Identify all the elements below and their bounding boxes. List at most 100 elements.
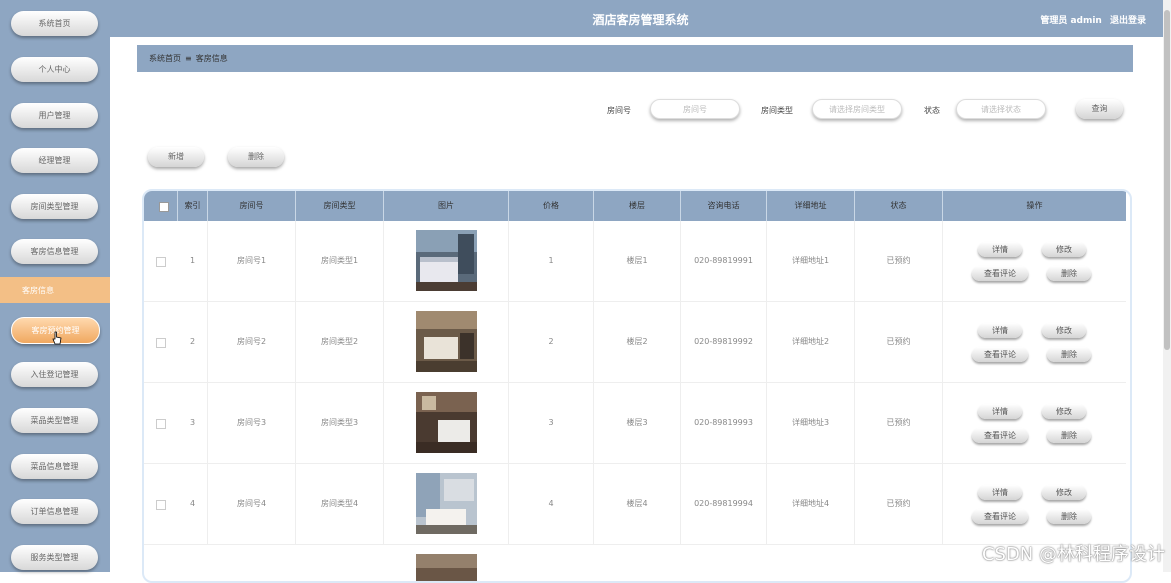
edit-button[interactable]: 修改 [1042, 242, 1086, 257]
cell-room-no: 房间号1 [208, 221, 296, 301]
row-checkbox[interactable] [156, 419, 166, 429]
cell-phone: 020-89819992 [681, 302, 767, 382]
sidebar-item-room-types[interactable]: 房间类型管理 [11, 194, 98, 219]
select-all-checkbox[interactable] [159, 202, 169, 212]
cell-address: 详细地址3 [767, 383, 855, 463]
header-index: 索引 [178, 191, 208, 221]
user-label: 管理员 admin [1040, 16, 1102, 26]
room-type-select[interactable]: 请选择房间类型 [812, 99, 902, 119]
sidebar-item-room-info[interactable]: 客房信息管理 [11, 239, 98, 264]
cell-phone: 020-89819991 [681, 221, 767, 301]
view-reviews-button[interactable]: 查看评论 [972, 266, 1028, 281]
row-delete-button[interactable]: 删除 [1047, 428, 1091, 443]
app-title: 酒店客房管理系统 [592, 13, 689, 27]
cell-floor: 楼层3 [594, 383, 681, 463]
header-address: 详细地址 [767, 191, 855, 221]
cell-floor: 楼层4 [594, 464, 681, 544]
cell-address: 详细地址4 [767, 464, 855, 544]
header-room-type: 房间类型 [296, 191, 384, 221]
room-no-input[interactable]: 房间号 [650, 99, 740, 119]
top-header: 酒店客房管理系统 管理员 admin 退出登录 [110, 0, 1171, 37]
sidebar-item-users[interactable]: 用户管理 [11, 103, 98, 128]
edit-button[interactable]: 修改 [1042, 404, 1086, 419]
page-scrollbar[interactable] [1163, 0, 1171, 572]
breadcrumb: 系统首页 ≡ 客房信息 [137, 45, 1133, 72]
breadcrumb-home[interactable]: 系统首页 [149, 53, 181, 64]
detail-button[interactable]: 详情 [978, 242, 1022, 257]
table-row: 3 房间号3 房间类型3 3 楼层3 020-89819993 详细地址3 已预… [144, 383, 1126, 464]
cell-phone: 020-89819993 [681, 383, 767, 463]
cell-floor: 楼层1 [594, 221, 681, 301]
room-photo [416, 554, 477, 581]
cell-phone: 020-89819994 [681, 464, 767, 544]
cell-room-no: 房间号2 [208, 302, 296, 382]
room-type-label: 房间类型 [761, 106, 793, 115]
delete-button[interactable]: 删除 [228, 147, 284, 167]
hand-cursor-icon [52, 331, 62, 345]
sidebar-item-orders[interactable]: 订单信息管理 [11, 499, 98, 524]
row-delete-button[interactable]: 删除 [1047, 347, 1091, 362]
sidebar-item-room-info-sub[interactable]: 客房信息 [0, 277, 110, 303]
edit-button[interactable]: 修改 [1042, 485, 1086, 500]
view-reviews-button[interactable]: 查看评论 [972, 428, 1028, 443]
sidebar-item-service-types[interactable]: 服务类型管理 [11, 545, 98, 570]
edit-button[interactable]: 修改 [1042, 323, 1086, 338]
sidebar-item-dish-info[interactable]: 菜品信息管理 [11, 454, 98, 479]
add-button[interactable]: 新增 [148, 147, 204, 167]
user-area: 管理员 admin 退出登录 [1035, 13, 1146, 26]
sidebar: 系统首页 个人中心 用户管理 经理管理 房间类型管理 客房信息管理 客房信息 客… [0, 0, 110, 572]
status-select[interactable]: 请选择状态 [956, 99, 1046, 119]
sidebar-item-dish-types[interactable]: 菜品类型管理 [11, 408, 98, 433]
cell-address: 详细地址1 [767, 221, 855, 301]
table-row: 2 房间号2 房间类型2 2 楼层2 020-89819992 详细地址2 已预… [144, 302, 1126, 383]
cell-room-type: 房间类型3 [296, 383, 384, 463]
query-button[interactable]: 查询 [1076, 99, 1123, 119]
detail-button[interactable]: 详情 [978, 323, 1022, 338]
header-image: 图片 [384, 191, 509, 221]
header-actions: 操作 [1026, 201, 1043, 210]
row-checkbox[interactable] [156, 500, 166, 510]
cell-room-type: 房间类型2 [296, 302, 384, 382]
header-select-all-cell [144, 191, 178, 221]
breadcrumb-current: 客房信息 [195, 54, 228, 63]
row-checkbox[interactable] [156, 338, 166, 348]
cell-index: 3 [178, 383, 208, 463]
status-label: 状态 [924, 106, 940, 115]
header-price: 价格 [509, 191, 594, 221]
header-room-no: 房间号 [208, 191, 296, 221]
breadcrumb-separator: ≡ [185, 54, 192, 63]
sidebar-item-home[interactable]: 系统首页 [11, 11, 98, 36]
row-delete-button[interactable]: 删除 [1047, 509, 1091, 524]
row-delete-button[interactable]: 删除 [1047, 266, 1091, 281]
detail-button[interactable]: 详情 [978, 404, 1022, 419]
cell-room-no: 房间号3 [208, 383, 296, 463]
cell-room-type: 房间类型4 [296, 464, 384, 544]
header-status: 状态 [855, 191, 943, 221]
cell-status: 已预约 [855, 302, 943, 382]
room-photo [416, 230, 477, 291]
view-reviews-button[interactable]: 查看评论 [972, 347, 1028, 362]
cell-floor: 楼层2 [594, 302, 681, 382]
cell-price: 3 [509, 383, 594, 463]
row-checkbox[interactable] [156, 257, 166, 267]
sidebar-item-checkin[interactable]: 入住登记管理 [11, 362, 98, 387]
table-row: 4 房间号4 房间类型4 4 楼层4 020-89819994 详细地址4 已预… [144, 464, 1126, 545]
detail-button[interactable]: 详情 [978, 485, 1022, 500]
view-reviews-button[interactable]: 查看评论 [972, 509, 1028, 524]
table-header: 索引 房间号 房间类型 图片 价格 楼层 咨询电话 详细地址 状态 操作 [144, 191, 1126, 221]
watermark: CSDN @林科程序设计 [981, 544, 1165, 565]
table-row-partial [144, 545, 1126, 581]
cell-price: 1 [509, 221, 594, 301]
room-photo [416, 311, 477, 372]
table-row: 1 房间号1 房间类型1 1 楼层1 020-89819991 详细地址1 已预… [144, 221, 1126, 302]
scrollbar-thumb[interactable] [1164, 10, 1170, 350]
cell-price: 4 [509, 464, 594, 544]
room-photo [416, 473, 477, 534]
cell-status: 已预约 [855, 464, 943, 544]
data-table: 索引 房间号 房间类型 图片 价格 楼层 咨询电话 详细地址 状态 操作 1 房… [142, 189, 1132, 583]
sidebar-item-managers[interactable]: 经理管理 [11, 148, 98, 173]
logout-link[interactable]: 退出登录 [1110, 16, 1146, 26]
cell-index: 4 [178, 464, 208, 544]
sidebar-item-profile[interactable]: 个人中心 [11, 57, 98, 82]
header-phone: 咨询电话 [681, 191, 767, 221]
